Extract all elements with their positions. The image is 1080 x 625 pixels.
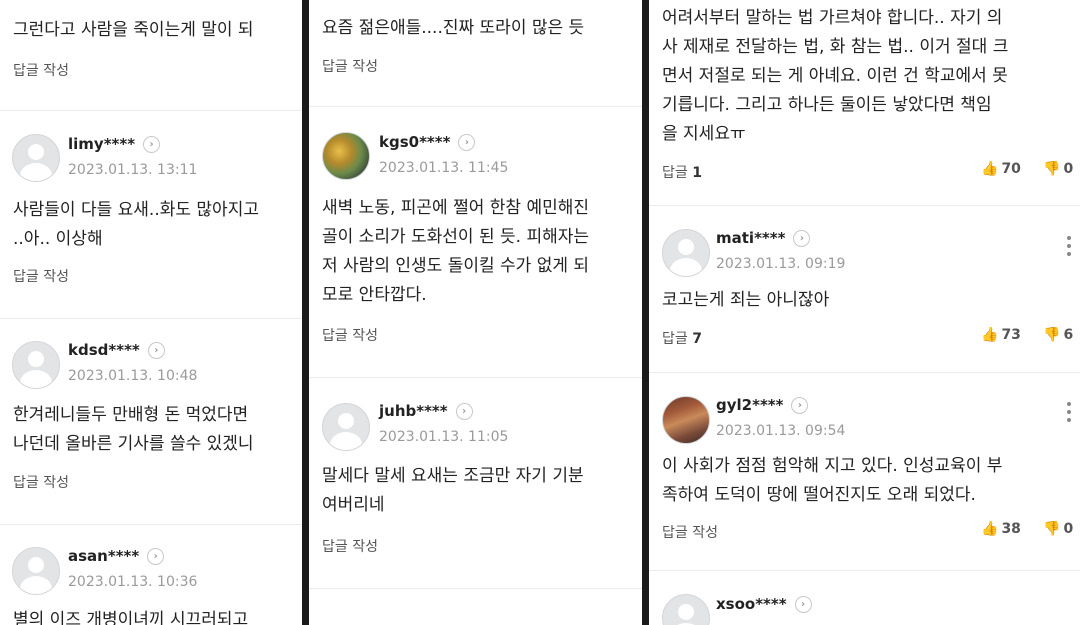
avatar[interactable] — [662, 396, 710, 444]
comment-text: 그런다고 사람을 죽이는게 말이 되 — [13, 20, 254, 40]
thumbs-up-icon: 👍 — [981, 161, 999, 177]
reply-button[interactable]: 답글 1 — [662, 162, 702, 182]
thumbs-down-icon: 👎 — [1043, 327, 1061, 343]
username[interactable]: mati**** — [716, 229, 785, 247]
chevron-right-icon[interactable]: › — [794, 596, 812, 613]
dislike-button[interactable]: 👎 6 — [1043, 327, 1073, 343]
divider — [0, 318, 302, 319]
comment-text: 저 사람의 인생도 돌이킬 수가 없게 되 — [322, 256, 590, 276]
reply-button[interactable]: 답글 작성 — [322, 325, 378, 345]
comment-text: 족하여 도덕이 땅에 떨어진지도 오래 되었다. — [662, 485, 976, 505]
reply-button[interactable]: 답글 작성 — [322, 56, 378, 76]
comment-text: 여버리네 — [322, 495, 385, 515]
comment-text: 한겨레니들두 만배형 돈 먹었다면 — [13, 405, 249, 425]
reply-button[interactable]: 답글 작성 — [322, 536, 378, 556]
reply-count: 1 — [692, 165, 702, 181]
like-button[interactable]: 👍 70 — [981, 161, 1021, 177]
divider — [0, 110, 302, 111]
comment-date: 2023.01.13. 10:48 — [68, 368, 198, 384]
comment-date: 2023.01.13. 09:54 — [716, 423, 846, 439]
avatar[interactable] — [662, 594, 710, 625]
dislike-button[interactable]: 👎 0 — [1043, 521, 1073, 537]
chevron-right-icon[interactable]: › — [793, 230, 811, 247]
comment-text: 기릅니다. 그리고 하나든 둘이든 낳았다면 책임 — [662, 95, 992, 115]
divider — [649, 372, 1080, 373]
username[interactable]: gyl2**** — [716, 396, 783, 414]
chevron-right-icon[interactable]: › — [791, 397, 809, 414]
divider — [309, 106, 642, 107]
comment-text: 요즘 젊은애들....진짜 또라이 많은 듯 — [322, 18, 585, 38]
reply-button[interactable]: 답글 작성 — [13, 266, 69, 286]
dislike-count: 6 — [1063, 327, 1074, 343]
avatar[interactable] — [12, 134, 60, 182]
username[interactable]: asan**** — [68, 547, 139, 565]
divider — [649, 205, 1080, 206]
dislike-button[interactable]: 👎 0 — [1043, 161, 1073, 177]
avatar[interactable] — [322, 403, 370, 451]
chevron-right-icon[interactable]: › — [455, 403, 473, 420]
like-count: 73 — [1001, 327, 1021, 343]
reply-button[interactable]: 답글 작성 — [13, 472, 69, 492]
reply-count: 7 — [692, 331, 702, 347]
comment-text: 말세다 말세 요새는 조금만 자기 기분 — [322, 466, 584, 486]
comment-text: 이 사회가 점점 험악해 지고 있다. 인성교육이 부 — [662, 456, 1003, 476]
comment-panel-3: 어려서부터 말하는 법 가르쳐야 합니다.. 자기 의 사 제재로 전달하는 법… — [649, 0, 1080, 625]
thumbs-down-icon: 👎 — [1043, 161, 1061, 177]
dislike-count: 0 — [1063, 521, 1074, 537]
thumbs-down-icon: 👎 — [1043, 521, 1061, 537]
chevron-right-icon[interactable]: › — [143, 136, 161, 153]
reply-button[interactable]: 답글 7 — [662, 328, 702, 348]
comment-text: 코고는게 죄는 아니잖아 — [662, 290, 830, 310]
username[interactable]: kdsd**** — [68, 341, 140, 359]
username[interactable]: juhb**** — [379, 402, 448, 420]
more-options-icon[interactable] — [1067, 402, 1071, 426]
like-count: 38 — [1001, 521, 1021, 537]
avatar[interactable] — [322, 132, 370, 180]
dislike-count: 0 — [1063, 161, 1074, 177]
divider — [309, 377, 642, 378]
comment-text: ..아.. 이상해 — [13, 229, 103, 249]
like-count: 70 — [1001, 161, 1021, 177]
thumbs-up-icon: 👍 — [981, 521, 999, 537]
divider — [309, 588, 642, 589]
username[interactable]: limy**** — [68, 135, 135, 153]
chevron-right-icon[interactable]: › — [147, 548, 165, 565]
comment-date: 2023.01.13. 11:05 — [379, 429, 509, 445]
thumbs-up-icon: 👍 — [981, 327, 999, 343]
username[interactable]: xsoo**** — [716, 595, 787, 613]
comment-text: 나던데 올바른 기사를 쓸수 있겠니 — [13, 434, 254, 454]
comment-text: 사 제재로 전달하는 법, 화 참는 법.. 이거 절대 크 — [662, 37, 1009, 57]
comment-text: 면서 저절로 되는 게 아녜요. 이런 건 학교에서 못 — [662, 66, 1008, 86]
comment-panel-1: 그런다고 사람을 죽이는게 말이 되 답글 작성 limy**** › 2023.… — [0, 0, 302, 625]
comment-date: 2023.01.13. 11:45 — [379, 160, 509, 176]
divider — [649, 570, 1080, 571]
avatar[interactable] — [12, 341, 60, 389]
comment-date: 2023.01.13. 09:19 — [716, 256, 846, 272]
chevron-right-icon[interactable]: › — [458, 134, 476, 151]
comment-date: 2023.01.13. 10:36 — [68, 574, 198, 590]
reply-label: 답글 — [662, 331, 688, 347]
reply-button[interactable]: 답글 작성 — [13, 60, 69, 80]
comment-date: 2023.01.13. 13:11 — [68, 162, 198, 178]
comment-text: 어려서부터 말하는 법 가르쳐야 합니다.. 자기 의 — [662, 8, 1003, 28]
more-options-icon[interactable] — [1067, 236, 1071, 260]
username[interactable]: kgs0**** — [379, 133, 450, 151]
divider — [0, 524, 302, 525]
avatar[interactable] — [662, 229, 710, 277]
avatar[interactable] — [12, 547, 60, 595]
comment-text: 새벽 노동, 피곤에 쩔어 한참 예민해진 — [322, 198, 590, 218]
like-button[interactable]: 👍 73 — [981, 327, 1021, 343]
comment-text: 골이 소리가 도화선이 된 듯. 피해자는 — [322, 227, 590, 247]
reply-label: 답글 — [662, 165, 688, 181]
reply-button[interactable]: 답글 작성 — [662, 522, 718, 542]
like-button[interactable]: 👍 38 — [981, 521, 1021, 537]
comment-text: 을 지세요ㅠ — [662, 124, 746, 144]
comment-panel-2: 요즘 젊은애들....진짜 또라이 많은 듯 답글 작성 kgs0**** › 2… — [309, 0, 642, 625]
chevron-right-icon[interactable]: › — [147, 342, 165, 359]
comment-text: 별의 이즈 개병이녀끼 시끄러되고 — [13, 610, 249, 625]
comment-text: 사람들이 다들 요새..화도 많아지고 — [13, 200, 259, 220]
comment-text: 모로 안타깝다. — [322, 285, 427, 305]
